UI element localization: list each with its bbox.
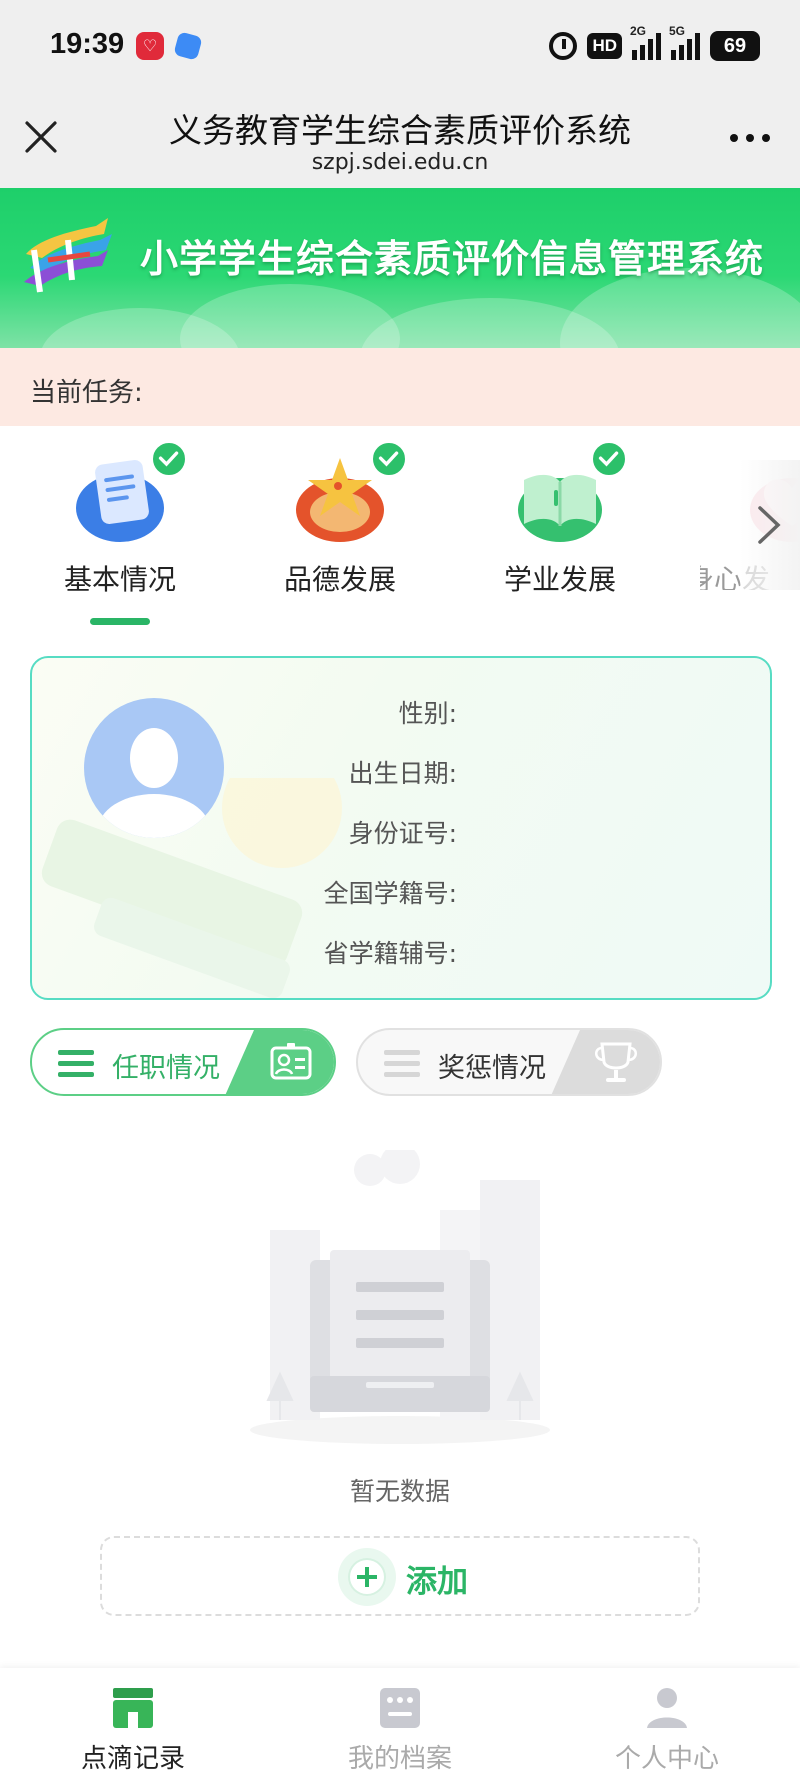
id-card-icon [225, 1030, 334, 1094]
signal-icon-2: 5G [669, 24, 700, 60]
check-icon [370, 440, 408, 478]
webview-title-bar: 义务教育学生综合素质评价系统 szpj.sdei.edu.cn [0, 92, 800, 188]
position-toggle-button[interactable]: 任职情况 [30, 1028, 336, 1096]
nav-item-profile[interactable]: 个人中心 [534, 1668, 800, 1787]
home-icon [113, 1688, 153, 1728]
battery-icon: 69 [710, 31, 760, 61]
awards-toggle-button[interactable]: 奖惩情况 [356, 1028, 662, 1096]
alarm-icon [549, 32, 578, 60]
signal-1-label: 2G [630, 24, 647, 38]
current-task-label: 当前任务: [30, 378, 143, 408]
student-info-card: 性别: 出生日期: 身份证号: 全国学籍号: 省学籍辅号: [30, 656, 772, 1000]
tab-moral-development[interactable]: 品德发展 [240, 430, 440, 596]
plus-icon [338, 1548, 396, 1606]
page-url: szpj.sdei.edu.cn [311, 150, 489, 175]
status-bar: 19:39 ♡ HD 2G 5G 69 [0, 0, 800, 92]
trophy-icon [551, 1030, 660, 1094]
page-title: 义务教育学生综合素质评价系统 [169, 111, 631, 150]
field-birthdate-label: 出生日期: [348, 759, 457, 788]
field-national-student-id-label: 全国学籍号: [323, 879, 457, 908]
tab-label: 基本情况 [63, 563, 176, 596]
user-icon [647, 1688, 687, 1728]
nav-label: 点滴记录 [80, 1744, 185, 1774]
tab-label: 学业发展 [503, 563, 616, 596]
tab-label: 品德发展 [283, 563, 396, 596]
nav-item-records[interactable]: 点滴记录 [0, 1668, 266, 1787]
status-time: 19:39 [50, 28, 125, 60]
avatar [84, 698, 224, 838]
system-logo-icon [24, 218, 112, 293]
more-options-icon[interactable] [730, 134, 770, 142]
header-banner: 小学学生综合素质评价信息管理系统 [0, 188, 800, 348]
active-tab-indicator [90, 618, 150, 625]
awards-toggle-label: 奖惩情况 [438, 1053, 546, 1084]
signal-icon-1: 2G [630, 24, 661, 60]
hd-badge: HD [587, 33, 622, 59]
field-id-number-label: 身份证号: [348, 819, 457, 848]
archive-icon [380, 1688, 420, 1728]
check-icon [150, 440, 188, 478]
list-icon [384, 1050, 420, 1077]
tab-academic-development[interactable]: 学业发展 [460, 430, 660, 596]
list-icon [58, 1050, 94, 1077]
banner-title: 小学学生综合素质评价信息管理系统 [140, 237, 765, 281]
signal-2-label: 5G [669, 24, 686, 38]
nav-item-archive[interactable]: 我的档案 [267, 1668, 533, 1787]
tab-basic-info[interactable]: 基本情况 [20, 430, 220, 596]
current-task-bar: 当前任务: [0, 348, 800, 426]
field-gender-label: 性别: [398, 699, 457, 728]
empty-state-illustration [250, 1150, 550, 1444]
add-button-label: 添加 [406, 1564, 468, 1600]
tabs-scroll-right[interactable] [740, 460, 800, 590]
bottom-navigation: 点滴记录 我的档案 个人中心 [0, 1668, 800, 1787]
check-icon [590, 440, 628, 478]
field-provincial-student-id-label: 省学籍辅号: [323, 939, 457, 968]
app-notification-icon-2 [173, 31, 203, 61]
status-indicators: HD 2G 5G 69 [549, 24, 760, 62]
empty-state-text: 暂无数据 [349, 1477, 450, 1506]
nav-label: 个人中心 [614, 1744, 719, 1774]
nav-label: 我的档案 [347, 1744, 452, 1774]
chevron-right-icon [758, 506, 781, 544]
add-button[interactable]: 添加 [100, 1536, 700, 1616]
position-toggle-label: 任职情况 [112, 1053, 220, 1084]
app-notification-icon: ♡ [136, 32, 164, 60]
